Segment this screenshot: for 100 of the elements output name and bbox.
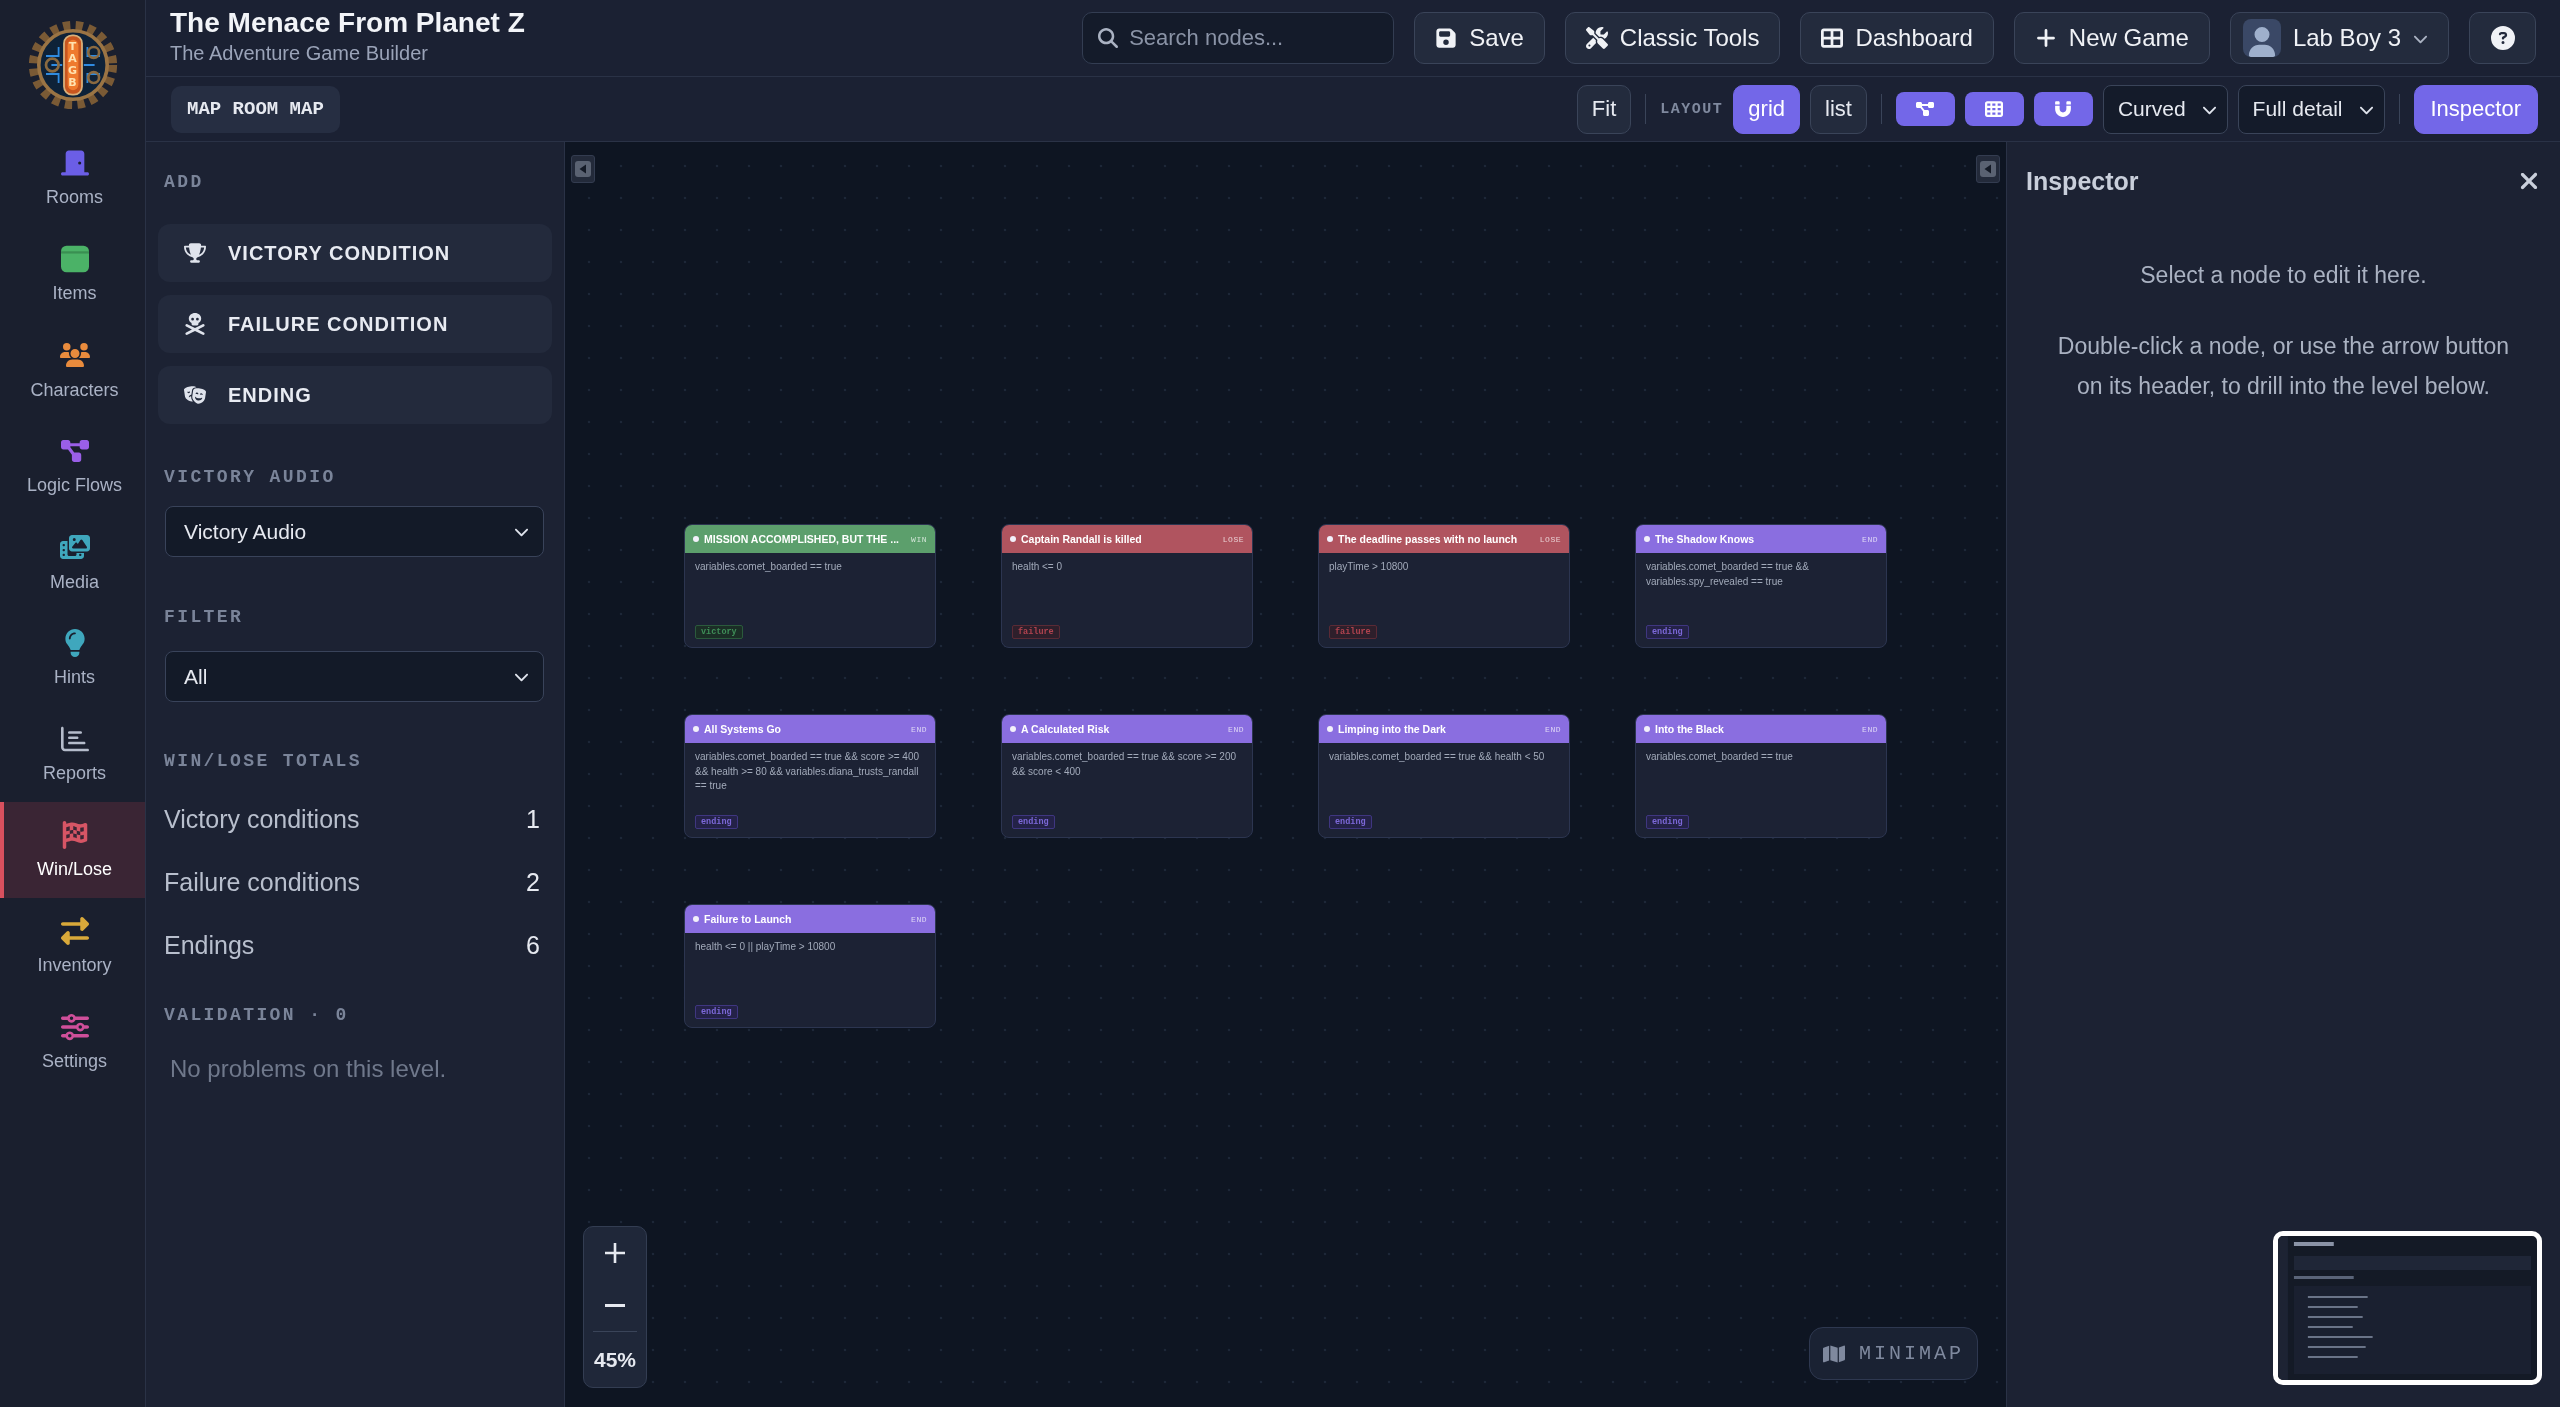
node-condition: variables.comet_boarded == true && score >= 400 && health >= 80 && variables.diana_trusts_randall == true [695,750,921,793]
total-count: 6 [526,931,540,960]
sidebar-nav-item[interactable]: Characters [0,322,145,418]
node-type-label: LOSE [1539,534,1561,544]
header-button[interactable]: Dashboard [1800,12,1994,64]
status-dot-icon [693,916,699,922]
layout-tab[interactable]: grid [1733,84,1800,134]
add-node-button[interactable]: FAILURE CONDITION [158,295,552,353]
inspector-button[interactable]: Inspector [2413,84,2538,134]
node-card[interactable]: Into the Black END variables.comet_boarded == true ending [1635,714,1887,838]
checkered-flag-icon [60,820,89,849]
status-dot-icon [1010,536,1016,542]
node-tag: victory [695,625,743,639]
node-condition: health <= 0 || playTime > 10800 [695,940,837,954]
sidebar-nav-item[interactable]: Logic Flows [0,418,145,514]
sidebar-nav-item[interactable]: Hints [0,610,145,706]
node-card[interactable]: Failure to Launch END health <= 0 || playTime > 10800 ending [684,904,936,1028]
view-toggle-button[interactable] [1964,92,2024,126]
caret-left-icon [575,161,591,177]
sidebar-nav-item[interactable]: Inventory [0,898,145,994]
breadcrumb-chip: MAP ROOM MAP [171,85,340,133]
sidebar-nav-item[interactable]: Win/Lose [0,802,145,898]
node-title: Captain Randall is killed [1021,533,1143,545]
audio-dropdown[interactable]: Victory Audio [165,506,544,557]
node-card[interactable]: MISSION ACCOMPLISHED, BUT THE ... WIN variables.comet_boarded == true victory [684,524,936,648]
node-condition: variables.comet_boarded == true [695,560,843,574]
edge-style-dropdown[interactable]: Curved [2102,84,2228,134]
zoom-level: 45% [594,1347,636,1372]
status-dot-icon [1010,726,1016,732]
fit-button[interactable]: Fit [1576,84,1632,134]
diagram-icon [1916,100,1935,118]
node-type-label: END [1862,534,1878,544]
header-button[interactable]: New Game [2013,12,2210,64]
sidebar-nav-item[interactable]: Media [0,514,145,610]
node-condition: playTime > 10800 [1329,560,1410,574]
box-icon [60,244,89,273]
sidebar-nav-item[interactable]: Items [0,226,145,322]
node-type-label: END [1862,724,1878,734]
node-card[interactable]: Limping into the Dark END variables.comet_boarded == true && health < 50 ending [1318,714,1570,838]
bar-chart-icon [60,724,89,753]
header-button[interactable]: Save [1414,12,1545,64]
help-icon [2490,26,2515,50]
sidebar-nav-item[interactable]: Settings [0,994,145,1090]
inspector-title: Inspector [2026,166,2139,196]
add-node-button[interactable]: ENDING [158,366,552,424]
sidebar-nav-item[interactable]: Rooms [0,130,145,226]
layout-label: LAYOUT [1660,100,1724,118]
view-toggle-button[interactable] [1895,92,1955,126]
logo-letters: TAGB [67,40,78,90]
layout-tab[interactable]: list [1810,84,1867,134]
node-type-label: END [1545,724,1561,734]
plus-icon [605,1243,625,1263]
node-title: Failure to Launch [704,913,793,925]
header-button[interactable]: Classic Tools [1564,12,1781,64]
search-field[interactable]: Search nodes... [1082,12,1395,64]
node-title: MISSION ACCOMPLISHED, BUT THE ... [704,533,901,545]
total-label: Victory conditions [164,805,360,834]
status-dot-icon [693,726,699,732]
node-card[interactable]: Captain Randall is killed LOSE health <= 0 failure [1001,524,1253,648]
inspector-empty-title: Select a node to edit it here. [2140,262,2427,289]
theater-masks-icon [184,384,206,406]
gear-logo-icon [27,20,118,110]
total-count: 2 [526,868,540,897]
filter-dropdown[interactable]: All [165,651,544,702]
node-condition: variables.comet_boarded == true && health < 50 [1329,750,1546,764]
node-tag: failure [1329,625,1377,639]
view-toggle-button[interactable] [2033,92,2093,126]
app-title: The Menace From Planet Z [170,8,525,39]
node-title: Limping into the Dark [1338,723,1447,735]
status-dot-icon [1327,536,1333,542]
search-icon [1098,28,1119,48]
node-tag: ending [695,1005,738,1019]
node-title: The Shadow Knows [1655,533,1756,545]
node-tag: ending [1012,815,1055,829]
status-dot-icon [1644,726,1650,732]
node-card[interactable]: A Calculated Risk END variables.comet_boarded == true && score >= 200 && score < 400 ending [1001,714,1253,838]
node-condition: variables.comet_boarded == true [1646,750,1794,764]
trophy-icon [184,242,206,264]
total-count: 1 [526,805,540,834]
node-card[interactable]: All Systems Go END variables.comet_boarded == true && score >= 400 && health >= 80 && variables.diana_trusts_randall == true ending [684,714,936,838]
node-card[interactable]: The deadline passes with no launch LOSE playTime > 10800 failure [1318,524,1570,648]
door-icon [60,148,89,177]
user-menu-button[interactable]: Lab Boy 3 [2229,12,2449,64]
table-grid-icon [1985,100,2004,118]
node-tag: ending [1646,815,1689,829]
add-node-button[interactable]: VICTORY CONDITION [158,224,552,282]
node-card[interactable]: The Shadow Knows END variables.comet_boarded == true && variables.spy_revealed == true ending [1635,524,1887,648]
minimap-button[interactable]: MINIMAP [1809,1327,1978,1380]
help-button[interactable] [2469,12,2536,64]
node-type-label: LOSE [1222,534,1244,544]
node-title: A Calculated Risk [1021,723,1111,735]
node-type-label: WIN [911,534,927,544]
section-label: FILTER [164,607,244,627]
sidebar-nav-item[interactable]: Reports [0,706,145,802]
detail-level-dropdown[interactable]: Full detail [2237,84,2385,134]
collapse-panel-button[interactable] [1976,155,2000,183]
collapse-panel-button[interactable] [571,155,595,183]
node-title: All Systems Go [704,723,783,735]
status-dot-icon [1644,536,1650,542]
grid-icon [1821,27,1844,49]
